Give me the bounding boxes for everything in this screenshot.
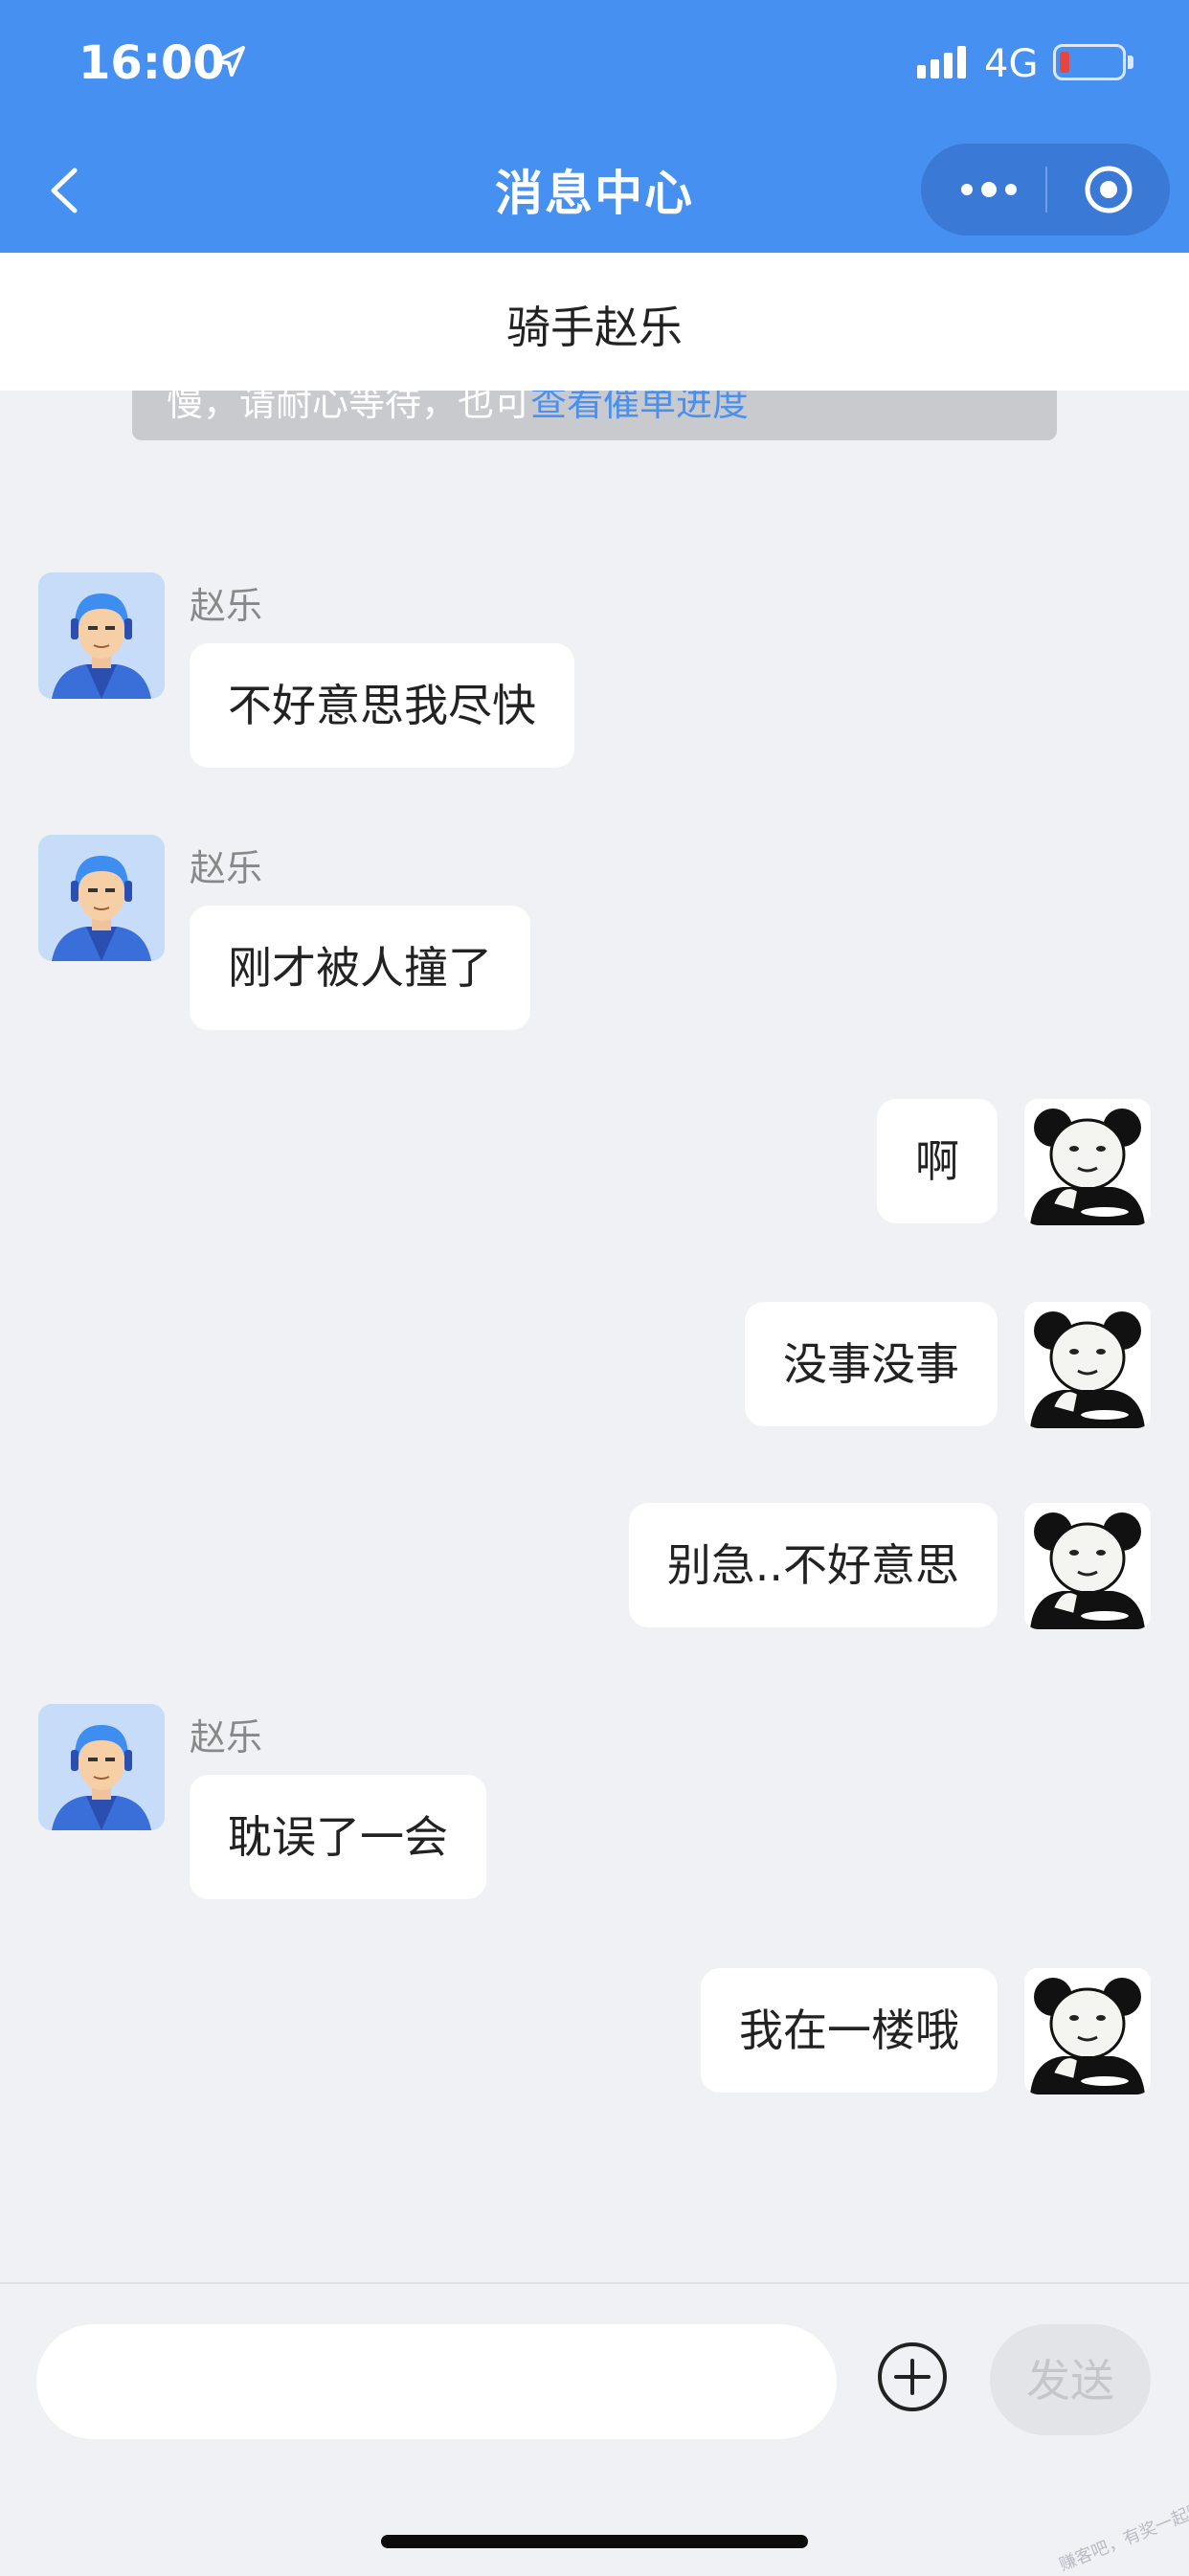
panda-avatar-icon[interactable] [1024,1968,1151,2094]
nav-bar: 消息中心 [0,128,1189,253]
capsule-menu [921,144,1170,235]
message-bubble: 啊 [877,1099,998,1223]
home-indicator [381,2535,808,2548]
rider-name-title: 骑手赵乐 [506,302,683,353]
message-bubble: 刚才被人撞了 [190,906,530,1030]
message-bubble: 不好意思我尽快 [190,643,574,768]
sender-name: 赵乐 [190,847,263,889]
target-circle-icon[interactable] [1082,163,1135,216]
capsule-divider [1045,167,1047,213]
sender-name: 赵乐 [190,585,263,627]
status-time: 16:00 [79,36,225,90]
rider-avatar-icon[interactable] [38,572,165,699]
panda-avatar-icon[interactable] [1024,1302,1151,1428]
chat-subheader: 骑手赵乐 [0,253,1189,391]
message-bubble: 我在一楼哦 [701,1968,998,2093]
message-bubble: 没事没事 [745,1302,998,1426]
sender-name: 赵乐 [190,1716,263,1758]
battery-icon [1053,44,1126,80]
message-input[interactable] [36,2324,837,2439]
panda-avatar-icon[interactable] [1024,1099,1151,1225]
panda-avatar-icon[interactable] [1024,1503,1151,1629]
message-bubble: 耽误了一会 [190,1775,486,1899]
signal-icon [917,46,966,78]
status-bar: 16:00 4G [0,0,1189,128]
rider-avatar-icon[interactable] [38,1704,165,1830]
rider-avatar-icon[interactable] [38,835,165,961]
network-type: 4G [984,42,1039,86]
input-bar: 发送 [0,2282,1189,2575]
send-button[interactable]: 发送 [990,2324,1151,2435]
plus-circle-icon[interactable] [875,2340,950,2414]
more-dots-icon[interactable] [957,170,1021,209]
location-arrow-icon [214,46,245,77]
battery-tip [1128,56,1133,69]
message-bubble: 别急..不好意思 [628,1503,998,1627]
